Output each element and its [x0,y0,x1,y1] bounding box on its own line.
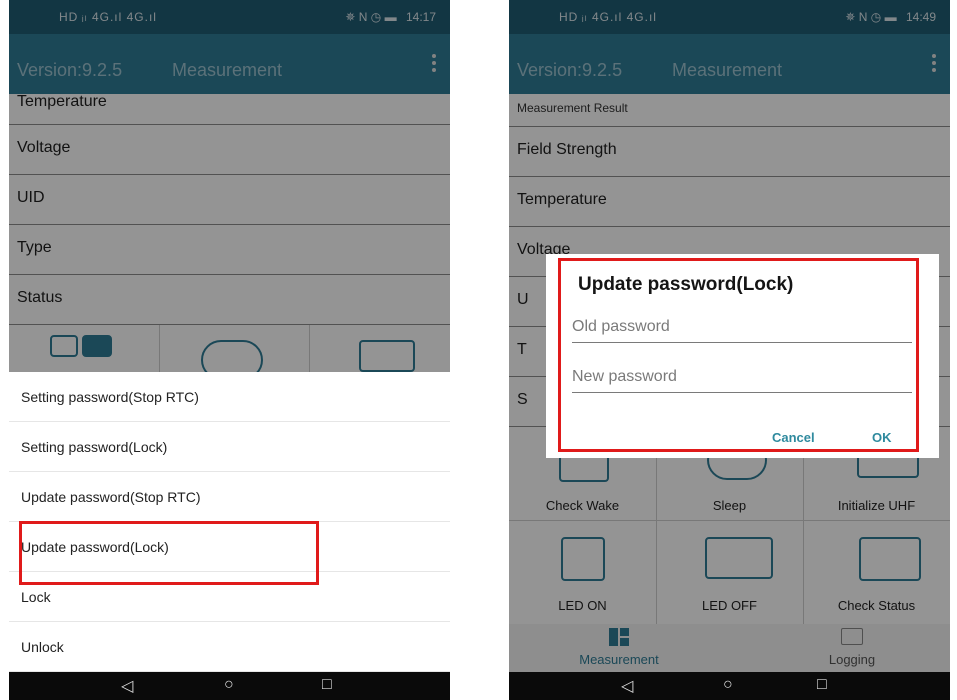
home-icon[interactable]: ○ [723,676,733,694]
menu-item-setting-password-stop-rtc[interactable]: Setting password(Stop RTC) [9,372,450,422]
menu-item-update-password-stop-rtc[interactable]: Update password(Stop RTC) [9,472,450,522]
highlight-box [19,521,319,585]
system-nav-bar: ◁ ○ □ [9,672,450,700]
menu-item-unlock[interactable]: Unlock [9,622,450,672]
home-icon[interactable]: ○ [224,676,234,694]
back-icon[interactable]: ◁ [121,676,133,696]
right-phone-screen: HD ᵢₗ 4G.ıl 4G.ıl ✵ N ◷ ▬ 14:49 Version:… [509,0,950,700]
system-nav-bar: ◁ ○ □ [509,672,950,700]
back-icon[interactable]: ◁ [621,676,633,696]
recent-apps-icon[interactable]: □ [322,676,332,694]
left-phone-screen: HD ᵢₗ 4G.ıl 4G.ıl ✵ N ◷ ▬ 14:17 Version:… [9,0,450,700]
menu-item-setting-password-lock[interactable]: Setting password(Lock) [9,422,450,472]
highlight-box [558,258,919,452]
recent-apps-icon[interactable]: □ [817,676,827,694]
